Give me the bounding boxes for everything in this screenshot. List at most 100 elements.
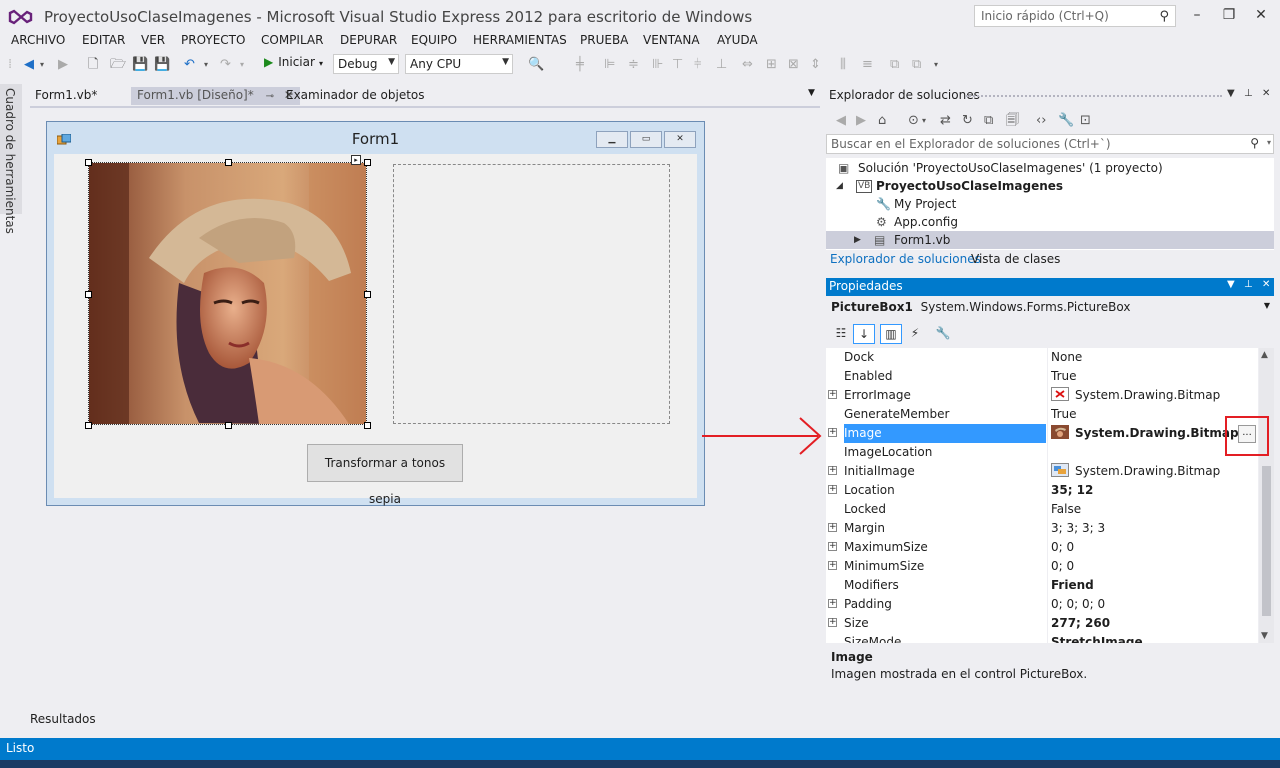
- find-in-files-icon[interactable]: 🔍: [528, 56, 544, 74]
- picturebox1[interactable]: [88, 162, 367, 425]
- prop-value[interactable]: 277; 260: [1051, 614, 1258, 633]
- resize-handle[interactable]: [364, 159, 371, 166]
- open-file-icon[interactable]: 🗁: [110, 56, 126, 74]
- pin-icon[interactable]: ⊥: [1244, 88, 1253, 99]
- sync-icon[interactable]: ⇄: [940, 112, 951, 130]
- prop-row-errorimage[interactable]: + ErrorImage System.Drawing.Bitmap: [826, 386, 1258, 405]
- close-button[interactable]: ✕: [1246, 4, 1276, 26]
- redo-dropdown-icon[interactable]: ▾: [240, 56, 244, 74]
- solution-search-input[interactable]: Buscar en el Explorador de soluciones (C…: [826, 134, 1274, 154]
- resize-handle[interactable]: [225, 159, 232, 166]
- smart-tag-icon[interactable]: ▸: [351, 155, 361, 165]
- scroll-up-icon[interactable]: ▲: [1261, 350, 1268, 360]
- expand-icon[interactable]: +: [828, 561, 837, 570]
- vertical-spacing-icon[interactable]: ≡: [862, 56, 873, 74]
- toolbox-tab[interactable]: Cuadro de herramientas: [0, 84, 22, 234]
- view-code-icon[interactable]: ‹›: [1036, 112, 1046, 130]
- start-debug-button[interactable]: ▶ Iniciar ▾: [264, 55, 323, 69]
- menu-archivo[interactable]: ARCHIVO: [11, 33, 65, 47]
- align-centers-icon[interactable]: ≑: [628, 56, 639, 74]
- save-icon[interactable]: 💾: [132, 56, 148, 74]
- scroll-down-icon[interactable]: ▼: [1261, 631, 1268, 641]
- back-dropdown-icon[interactable]: ▾: [40, 56, 44, 74]
- show-all-files-icon[interactable]: 🗐: [1006, 112, 1019, 130]
- prop-row-enabled[interactable]: Enabled True: [826, 367, 1258, 386]
- menu-ayuda[interactable]: AYUDA: [717, 33, 758, 47]
- menu-proyecto[interactable]: PROYECTO: [181, 33, 245, 47]
- search-options-dropdown-icon[interactable]: ▾: [1267, 138, 1271, 147]
- refresh-icon[interactable]: ↻: [962, 112, 973, 130]
- make-same-width-icon[interactable]: ⇔: [742, 56, 753, 74]
- categorized-icon[interactable]: ☷: [830, 324, 852, 344]
- align-rights-icon[interactable]: ⊪: [652, 56, 663, 74]
- menu-ver[interactable]: VER: [141, 33, 165, 47]
- prop-row-location[interactable]: + Location 35; 12: [826, 481, 1258, 500]
- pending-changes-icon[interactable]: ⊙: [908, 112, 919, 130]
- tab-object-browser[interactable]: Examinador de objetos: [286, 88, 425, 102]
- pin-icon[interactable]: ⊸: [266, 91, 274, 102]
- expand-icon[interactable]: ▶: [854, 231, 861, 249]
- prop-row-maximumsize[interactable]: + MaximumSize 0; 0: [826, 538, 1258, 557]
- preview-icon[interactable]: ⊡: [1080, 112, 1091, 130]
- menu-ventana[interactable]: VENTANA: [643, 33, 700, 47]
- prop-value[interactable]: 0; 0: [1051, 538, 1258, 557]
- picturebox2[interactable]: [393, 164, 670, 424]
- align-grid-icon[interactable]: ╪: [576, 56, 584, 74]
- prop-value[interactable]: Friend: [1051, 576, 1258, 595]
- prop-row-minimumsize[interactable]: + MinimumSize 0; 0: [826, 557, 1258, 576]
- resize-handle[interactable]: [364, 291, 371, 298]
- prop-row-imagelocation[interactable]: ImageLocation: [826, 443, 1258, 462]
- menu-prueba[interactable]: PRUEBA: [580, 33, 628, 47]
- prop-row-dock[interactable]: Dock None: [826, 348, 1258, 367]
- close-panel-icon[interactable]: ✕: [1262, 88, 1270, 99]
- resize-handle[interactable]: [225, 422, 232, 429]
- properties-wrench-icon[interactable]: 🔧: [1058, 112, 1074, 130]
- tab-solution-explorer[interactable]: Explorador de soluciones: [830, 252, 981, 266]
- alphabetical-icon[interactable]: ↓: [853, 324, 875, 344]
- prop-value[interactable]: System.Drawing.Bitmap: [1051, 386, 1258, 405]
- tree-item-form1[interactable]: ▶ ▤ Form1.vb: [826, 231, 1274, 249]
- horizontal-spacing-icon[interactable]: ⫼: [840, 56, 846, 74]
- forward-icon[interactable]: ▶: [58, 56, 68, 74]
- events-lightning-icon[interactable]: ⚡: [904, 324, 926, 344]
- prop-row-locked[interactable]: Locked False: [826, 500, 1258, 519]
- dropdown-icon[interactable]: ▾: [922, 112, 926, 130]
- prop-value[interactable]: 35; 12: [1051, 481, 1258, 500]
- tree-item-solution[interactable]: ▣ Solución 'ProyectoUsoClaseImagenes' (1…: [826, 159, 1274, 177]
- expand-icon[interactable]: +: [828, 428, 837, 437]
- minimize-button[interactable]: –: [1182, 4, 1212, 26]
- prop-value[interactable]: None: [1051, 348, 1258, 367]
- prop-row-margin[interactable]: + Margin 3; 3; 3; 3: [826, 519, 1258, 538]
- scroll-thumb[interactable]: [1262, 466, 1271, 616]
- window-position-dropdown-icon[interactable]: ▼: [1227, 88, 1235, 99]
- prop-row-generatemember[interactable]: GenerateMember True: [826, 405, 1258, 424]
- maximize-button[interactable]: ❐: [1214, 4, 1244, 26]
- property-pages-icon[interactable]: 🔧: [932, 324, 954, 344]
- menu-herramientas[interactable]: HERRAMIENTAS: [473, 33, 567, 47]
- align-middles-icon[interactable]: ⫩: [694, 56, 701, 74]
- back-icon[interactable]: ◀: [24, 56, 34, 74]
- prop-value[interactable]: False: [1051, 500, 1258, 519]
- solution-config-combo[interactable]: Debug ▼: [333, 54, 399, 74]
- resize-handle[interactable]: [364, 422, 371, 429]
- new-project-icon[interactable]: 🗋: [88, 56, 98, 74]
- prop-row-image[interactable]: + Image System.Drawing.Bitmap: [826, 424, 1258, 443]
- tree-item-my-project[interactable]: 🔧 My Project: [826, 195, 1274, 213]
- tab-class-view[interactable]: Vista de clases: [971, 252, 1060, 266]
- close-panel-icon[interactable]: ✕: [1262, 279, 1270, 290]
- align-lefts-icon[interactable]: ⊫: [604, 56, 615, 74]
- back-icon[interactable]: ◀: [836, 112, 846, 130]
- undo-icon[interactable]: ↶: [184, 56, 195, 74]
- platform-combo[interactable]: Any CPU ▼: [405, 54, 513, 74]
- prop-value[interactable]: System.Drawing.Bitmap: [1051, 462, 1258, 481]
- prop-value[interactable]: True: [1051, 367, 1258, 386]
- sepia-button[interactable]: Transformar a tonos sepia: [307, 444, 463, 506]
- expand-icon[interactable]: +: [828, 485, 837, 494]
- menu-depurar[interactable]: DEPURAR: [340, 33, 397, 47]
- quick-launch-input[interactable]: Inicio rápido (Ctrl+Q) ⚲: [974, 5, 1176, 27]
- send-to-back-icon[interactable]: ⧉: [912, 56, 921, 74]
- prop-row-modifiers[interactable]: Modifiers Friend: [826, 576, 1258, 595]
- expand-icon[interactable]: +: [828, 390, 837, 399]
- pin-icon[interactable]: ⊥: [1244, 279, 1253, 290]
- resize-handle[interactable]: [85, 159, 92, 166]
